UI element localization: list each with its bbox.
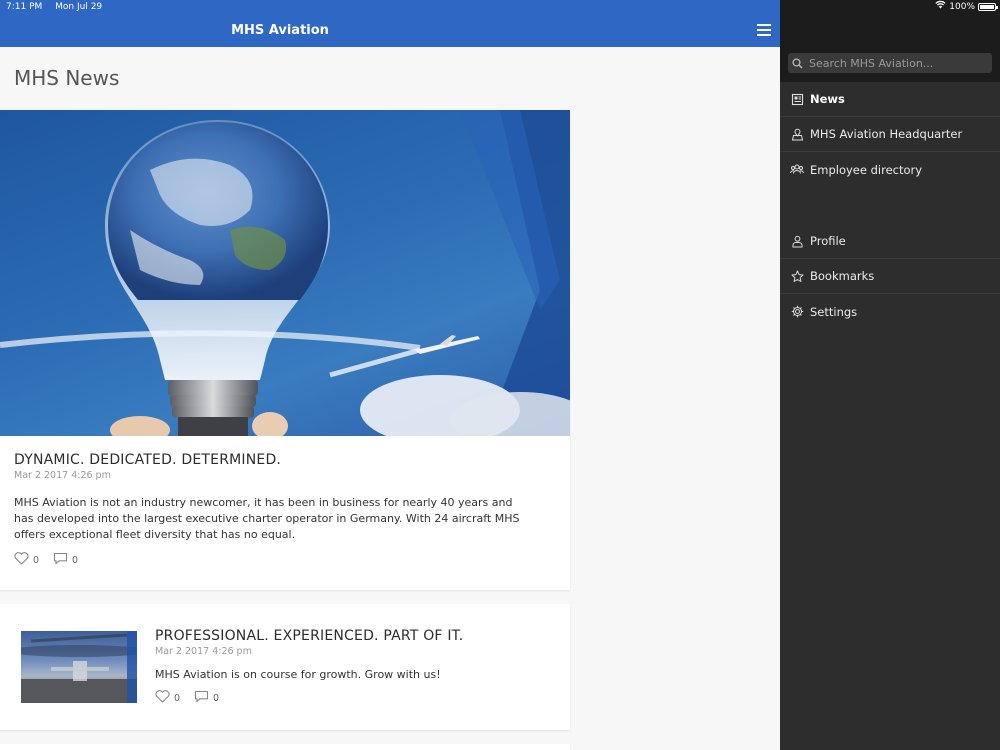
article-text: PROFESSIONAL. EXPERIENCED. PART OF IT. M… — [155, 628, 555, 706]
comment-button[interactable]: 0 — [53, 552, 78, 568]
status-bar: 7:11 PM Mon Jul 29 100% — [0, 0, 1000, 14]
news-card[interactable]: DYNAMIC. DEDICATED. DETERMINED. Mar 2 20… — [0, 110, 570, 590]
comment-count: 0 — [72, 554, 79, 566]
nav-item-news[interactable]: News — [780, 82, 1000, 117]
like-count: 0 — [33, 554, 40, 566]
status-right: 100% — [935, 0, 998, 14]
main-app: MHS Aviation MHS News DYNAMIC. DEDICATED… — [0, 0, 780, 750]
nav-item-profile[interactable]: Profile — [780, 224, 1000, 259]
nav-label: Settings — [810, 304, 858, 319]
primary-nav: News MHS Aviation Headquarter Employee d… — [780, 82, 1000, 187]
status-left: 7:11 PM Mon Jul 29 — [6, 0, 112, 14]
article-date: Mar 2 2017 4:26 pm — [155, 646, 252, 657]
page-title: MHS News — [14, 66, 120, 90]
search-input[interactable] — [809, 56, 989, 70]
article-reactions: 0 0 — [14, 552, 534, 568]
like-button[interactable]: 0 — [14, 552, 39, 568]
heart-icon — [14, 552, 29, 568]
article-reactions: 0 0 — [155, 690, 555, 706]
news-card[interactable]: PROFESSIONAL. EXPERIENCED. PART OF IT. M… — [0, 604, 570, 730]
wifi-icon — [935, 0, 946, 14]
search-box[interactable] — [788, 53, 992, 73]
article-body: MHS Aviation is not an industry newcomer… — [14, 496, 520, 541]
comment-count: 0 — [213, 692, 220, 704]
article-date: Mar 2 2017 4:26 pm — [14, 470, 111, 481]
newspaper-icon — [790, 92, 804, 106]
comment-button[interactable]: 0 — [194, 690, 219, 706]
nav-item-headquarter[interactable]: MHS Aviation Headquarter — [780, 117, 1000, 152]
nav-label: News — [810, 92, 845, 106]
map-pin-icon — [790, 127, 804, 141]
nav-label: Employee directory — [810, 162, 923, 177]
battery-icon — [978, 3, 998, 11]
app-title: MHS Aviation — [231, 23, 329, 38]
user-icon — [790, 234, 804, 248]
star-icon — [790, 269, 804, 283]
status-time: 7:11 PM — [6, 2, 43, 12]
nav-item-employee-directory[interactable]: Employee directory — [780, 152, 1000, 187]
like-count: 0 — [174, 692, 181, 704]
nav-label: Profile — [810, 234, 846, 248]
heart-icon — [155, 690, 170, 706]
nav-item-bookmarks[interactable]: Bookmarks — [780, 259, 1000, 294]
article-title[interactable]: DYNAMIC. DEDICATED. DETERMINED. — [14, 452, 534, 468]
news-card[interactable] — [0, 744, 570, 750]
like-button[interactable]: 0 — [155, 690, 180, 706]
nav-label: MHS Aviation Headquarter — [810, 127, 963, 141]
nav-label: Bookmarks — [810, 269, 875, 283]
people-icon — [790, 163, 804, 177]
status-date: Mon Jul 29 — [55, 2, 103, 12]
article-title[interactable]: PROFESSIONAL. EXPERIENCED. PART OF IT. — [155, 628, 555, 644]
comment-icon — [194, 690, 209, 706]
article-thumbnail — [21, 631, 137, 703]
nav-item-settings[interactable]: Settings — [780, 294, 1000, 329]
article-body: MHS Aviation is on course for growth. Gr… — [155, 668, 441, 681]
comment-icon — [53, 552, 68, 568]
article-text: DYNAMIC. DEDICATED. DETERMINED. Mar 2 20… — [14, 452, 534, 568]
secondary-nav: Profile Bookmarks Settings — [780, 224, 1000, 329]
search-icon — [792, 54, 803, 73]
battery-percent: 100% — [949, 2, 975, 12]
article-hero-image — [0, 110, 570, 436]
hamburger-menu-icon[interactable] — [757, 24, 771, 36]
gear-icon — [790, 305, 804, 319]
side-menu: News MHS Aviation Headquarter Employee d… — [780, 0, 1000, 750]
